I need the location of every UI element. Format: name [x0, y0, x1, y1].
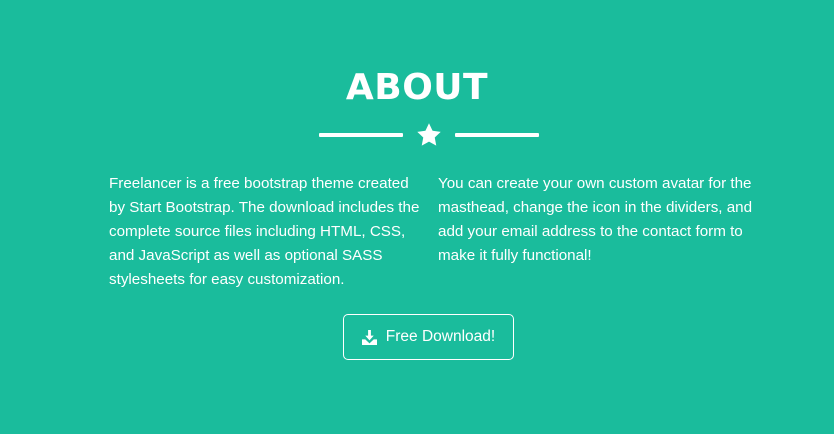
star-divider: [319, 121, 539, 149]
section-title: ABOUT: [345, 67, 489, 108]
divider-line-right: [455, 133, 539, 137]
free-download-button[interactable]: Free Download!: [343, 314, 514, 360]
about-section: ABOUT Freelancer is a free bootstrap the…: [0, 0, 834, 434]
about-text-right: You can create your own custom avatar fo…: [438, 175, 753, 264]
star-icon: [417, 123, 441, 146]
divider-line-left: [319, 133, 403, 137]
download-button-label: Free Download!: [385, 328, 496, 345]
download-icon: [361, 329, 377, 345]
about-text-left: Freelancer is a free bootstrap theme cre…: [109, 175, 420, 288]
